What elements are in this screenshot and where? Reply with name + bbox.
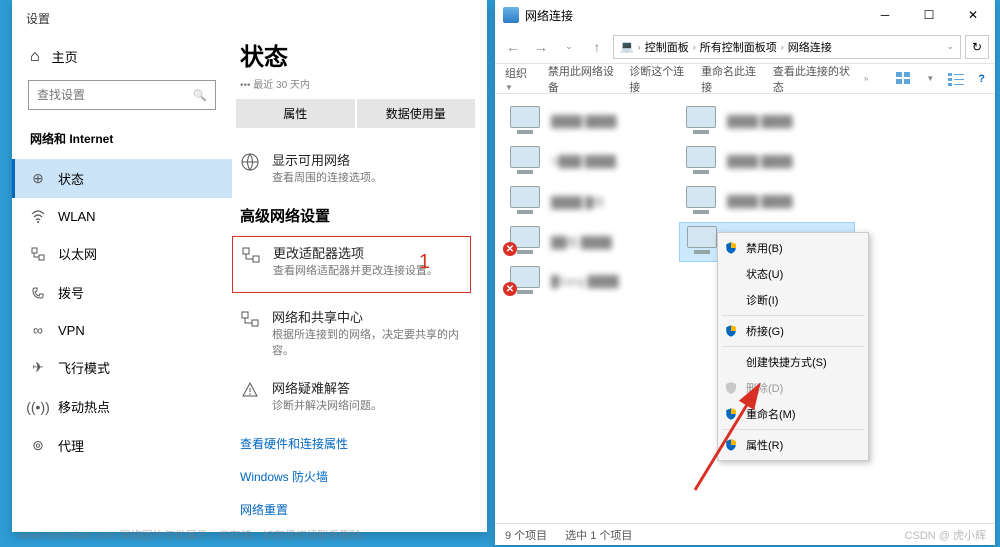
watermark-right: CSDN @ 虎小辉 <box>905 527 986 543</box>
shield-icon <box>724 241 738 255</box>
shield-icon <box>724 324 738 338</box>
globe-icon <box>240 150 260 170</box>
settings-window-title: 设置 <box>12 0 487 37</box>
adapter-icon <box>241 243 261 263</box>
ethernet-icon <box>30 246 46 262</box>
shield-icon <box>724 381 738 395</box>
view-details-button[interactable] <box>948 72 964 86</box>
tool-organize[interactable]: 组织 ▼ <box>505 65 534 93</box>
nav-vpn[interactable]: ∞ VPN <box>12 312 232 348</box>
properties-button[interactable]: 属性 <box>236 99 355 128</box>
adapter-item[interactable]: ✕█Sang ████ <box>503 262 679 302</box>
airplane-icon: ✈ <box>30 360 46 376</box>
view-icons-button[interactable] <box>896 72 912 86</box>
tool-rename[interactable]: 重命名此连接 <box>701 63 759 95</box>
ctx-rename[interactable]: 重命名(M) <box>718 401 868 427</box>
vpn-icon: ∞ <box>30 322 46 338</box>
search-icon <box>193 86 207 104</box>
nav-proxy[interactable]: ⊚ 代理 <box>12 426 232 465</box>
content-pane: 状态 ••• 最近 30 天内 属性 数据使用量 显示可用网络 查看周围的连接选… <box>232 37 487 535</box>
section-heading: 网络和 Internet <box>12 126 232 159</box>
nav-wlan[interactable]: WLAN <box>12 198 232 234</box>
search-box[interactable] <box>28 80 216 110</box>
status-icon: ⊕ <box>30 171 46 187</box>
settings-sidebar: 主页 网络和 Internet ⊕ 状态 WLAN 以太网 <box>12 37 232 535</box>
show-networks-option[interactable]: 显示可用网络 查看周围的连接选项。 <box>232 144 479 199</box>
search-input[interactable] <box>37 88 193 102</box>
meta-line: ••• 最近 30 天内 <box>232 76 479 91</box>
adapter-item[interactable]: ████ █用 <box>503 182 679 222</box>
chevron-down-icon[interactable]: ⌄ <box>946 41 954 52</box>
sharing-icon <box>240 307 260 327</box>
adapter-item[interactable]: ████ ████ <box>679 102 855 142</box>
adapter-item[interactable]: ████ ████ <box>679 142 855 182</box>
shield-icon <box>724 407 738 421</box>
hotspot-icon: ((•)) <box>30 399 46 415</box>
refresh-button[interactable]: ↻ <box>965 35 989 59</box>
nav-airplane[interactable]: ✈ 飞行模式 <box>12 348 232 387</box>
link-reset[interactable]: 网络重置 <box>232 493 479 526</box>
page-title: 状态 <box>232 37 479 76</box>
ctx-diagnose[interactable]: 诊断(I) <box>718 287 868 313</box>
settings-window: 设置 主页 网络和 Internet ⊕ 状态 WLAN <box>12 0 487 532</box>
annotation-box-1: 更改适配器选项 查看网络适配器并更改连接设置。 1 <box>232 236 471 293</box>
window-title: 网络连接 <box>525 7 863 24</box>
ctx-bridge[interactable]: 桥接(G) <box>718 318 868 344</box>
nav-ethernet[interactable]: 以太网 <box>12 234 232 273</box>
ctx-status[interactable]: 状态(U) <box>718 261 868 287</box>
separator <box>722 346 864 347</box>
tool-disable[interactable]: 禁用此网络设备 <box>548 63 615 95</box>
selection-count: 选中 1 个项目 <box>565 527 632 543</box>
link-firewall[interactable]: Windows 防火墙 <box>232 460 479 493</box>
toolbar-overflow[interactable]: » <box>864 74 868 83</box>
ctx-delete: 删除(D) <box>718 375 868 401</box>
network-icon: 💻 <box>620 40 634 53</box>
sharing-center-option[interactable]: 网络和共享中心 根据所连接到的网络，决定要共享的内容。 <box>232 301 479 372</box>
troubleshoot-option[interactable]: 网络疑难解答 诊断并解决网络问题。 <box>232 372 479 427</box>
breadcrumb[interactable]: 💻 › 控制面板 › 所有控制面板项 › 网络连接 ⌄ <box>613 35 961 59</box>
annotation-number-1: 1 <box>419 251 430 274</box>
address-bar: ← → ⌄ ↑ 💻 › 控制面板 › 所有控制面板项 › 网络连接 ⌄ ↻ <box>495 30 995 64</box>
minimize-button[interactable]: ─ <box>863 0 907 30</box>
advanced-heading: 高级网络设置 <box>232 199 479 236</box>
tool-status[interactable]: 查看此连接的状态 <box>773 63 850 95</box>
proxy-icon: ⊚ <box>30 438 46 454</box>
titlebar: 网络连接 ─ ☐ ✕ <box>495 0 995 30</box>
nav-hotspot[interactable]: ((•)) 移动热点 <box>12 387 232 426</box>
back-button[interactable]: ← <box>501 35 525 59</box>
recent-button[interactable]: ⌄ <box>557 35 581 59</box>
context-menu: 禁用(B) 状态(U) 诊断(I) 桥接(G) 创建快捷方式(S) 删除(D) … <box>717 232 869 461</box>
item-count: 9 个项目 <box>505 527 547 543</box>
separator <box>722 429 864 430</box>
shield-icon <box>724 438 738 452</box>
up-button[interactable]: ↑ <box>585 35 609 59</box>
forward-button[interactable]: → <box>529 35 553 59</box>
maximize-button[interactable]: ☐ <box>907 0 951 30</box>
home-label: 主页 <box>52 47 78 66</box>
adapter-item[interactable]: ✕██络 ████ <box>503 222 679 262</box>
troubleshoot-icon <box>240 378 260 398</box>
link-hardware[interactable]: 查看硬件和连接属性 <box>232 427 479 460</box>
adapter-item[interactable]: ████ ████ <box>679 182 855 222</box>
dialup-icon <box>30 285 46 301</box>
nav-status[interactable]: ⊕ 状态 <box>12 159 232 198</box>
watermark-left: www.toymoban.com 网络图片仅供展示，非存储，如有侵权请联系删除。 <box>18 527 372 543</box>
home-nav[interactable]: 主页 <box>12 41 232 80</box>
nav-dialup[interactable]: 拨号 <box>12 273 232 312</box>
window-icon <box>503 7 519 23</box>
home-icon <box>30 48 40 66</box>
help-button[interactable]: ? <box>978 73 985 85</box>
data-usage-button[interactable]: 数据使用量 <box>357 99 476 128</box>
wifi-icon <box>30 208 46 224</box>
ctx-disable[interactable]: 禁用(B) <box>718 235 868 261</box>
toolbar: 组织 ▼ 禁用此网络设备 诊断这个连接 重命名此连接 查看此连接的状态 » ▼ … <box>495 64 995 94</box>
tool-diagnose[interactable]: 诊断这个连接 <box>629 63 687 95</box>
adapter-item[interactable]: V███ ████ <box>503 142 679 182</box>
separator <box>722 315 864 316</box>
ctx-shortcut[interactable]: 创建快捷方式(S) <box>718 349 868 375</box>
close-button[interactable]: ✕ <box>951 0 995 30</box>
ctx-properties[interactable]: 属性(R) <box>718 432 868 458</box>
adapter-item[interactable]: ████ ████ <box>503 102 679 142</box>
adapter-options[interactable]: 更改适配器选项 查看网络适配器并更改连接设置。 1 <box>233 237 470 292</box>
